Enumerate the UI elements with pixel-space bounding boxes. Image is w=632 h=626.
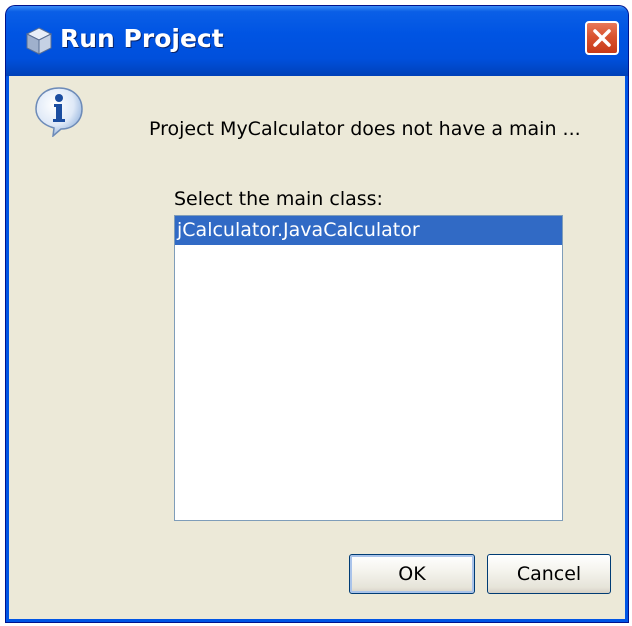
dialog-body: Project MyCalculator does not have a mai… [9,76,625,619]
main-class-label: Select the main class: [174,188,383,210]
ok-button[interactable]: OK [349,554,475,594]
project-cube-icon [24,26,54,56]
run-project-dialog: Run Project Project MyCalculator does no… [6,6,628,622]
cancel-button[interactable]: Cancel [487,554,611,594]
info-icon [33,85,85,138]
list-item[interactable]: jCalculator.JavaCalculator [175,216,562,245]
close-icon [593,29,611,47]
window-title: Run Project [60,24,224,53]
dialog-message: Project MyCalculator does not have a mai… [149,118,581,140]
main-class-list[interactable]: jCalculator.JavaCalculator [174,215,563,521]
title-bar[interactable]: Run Project [6,6,628,76]
close-button[interactable] [585,21,619,55]
